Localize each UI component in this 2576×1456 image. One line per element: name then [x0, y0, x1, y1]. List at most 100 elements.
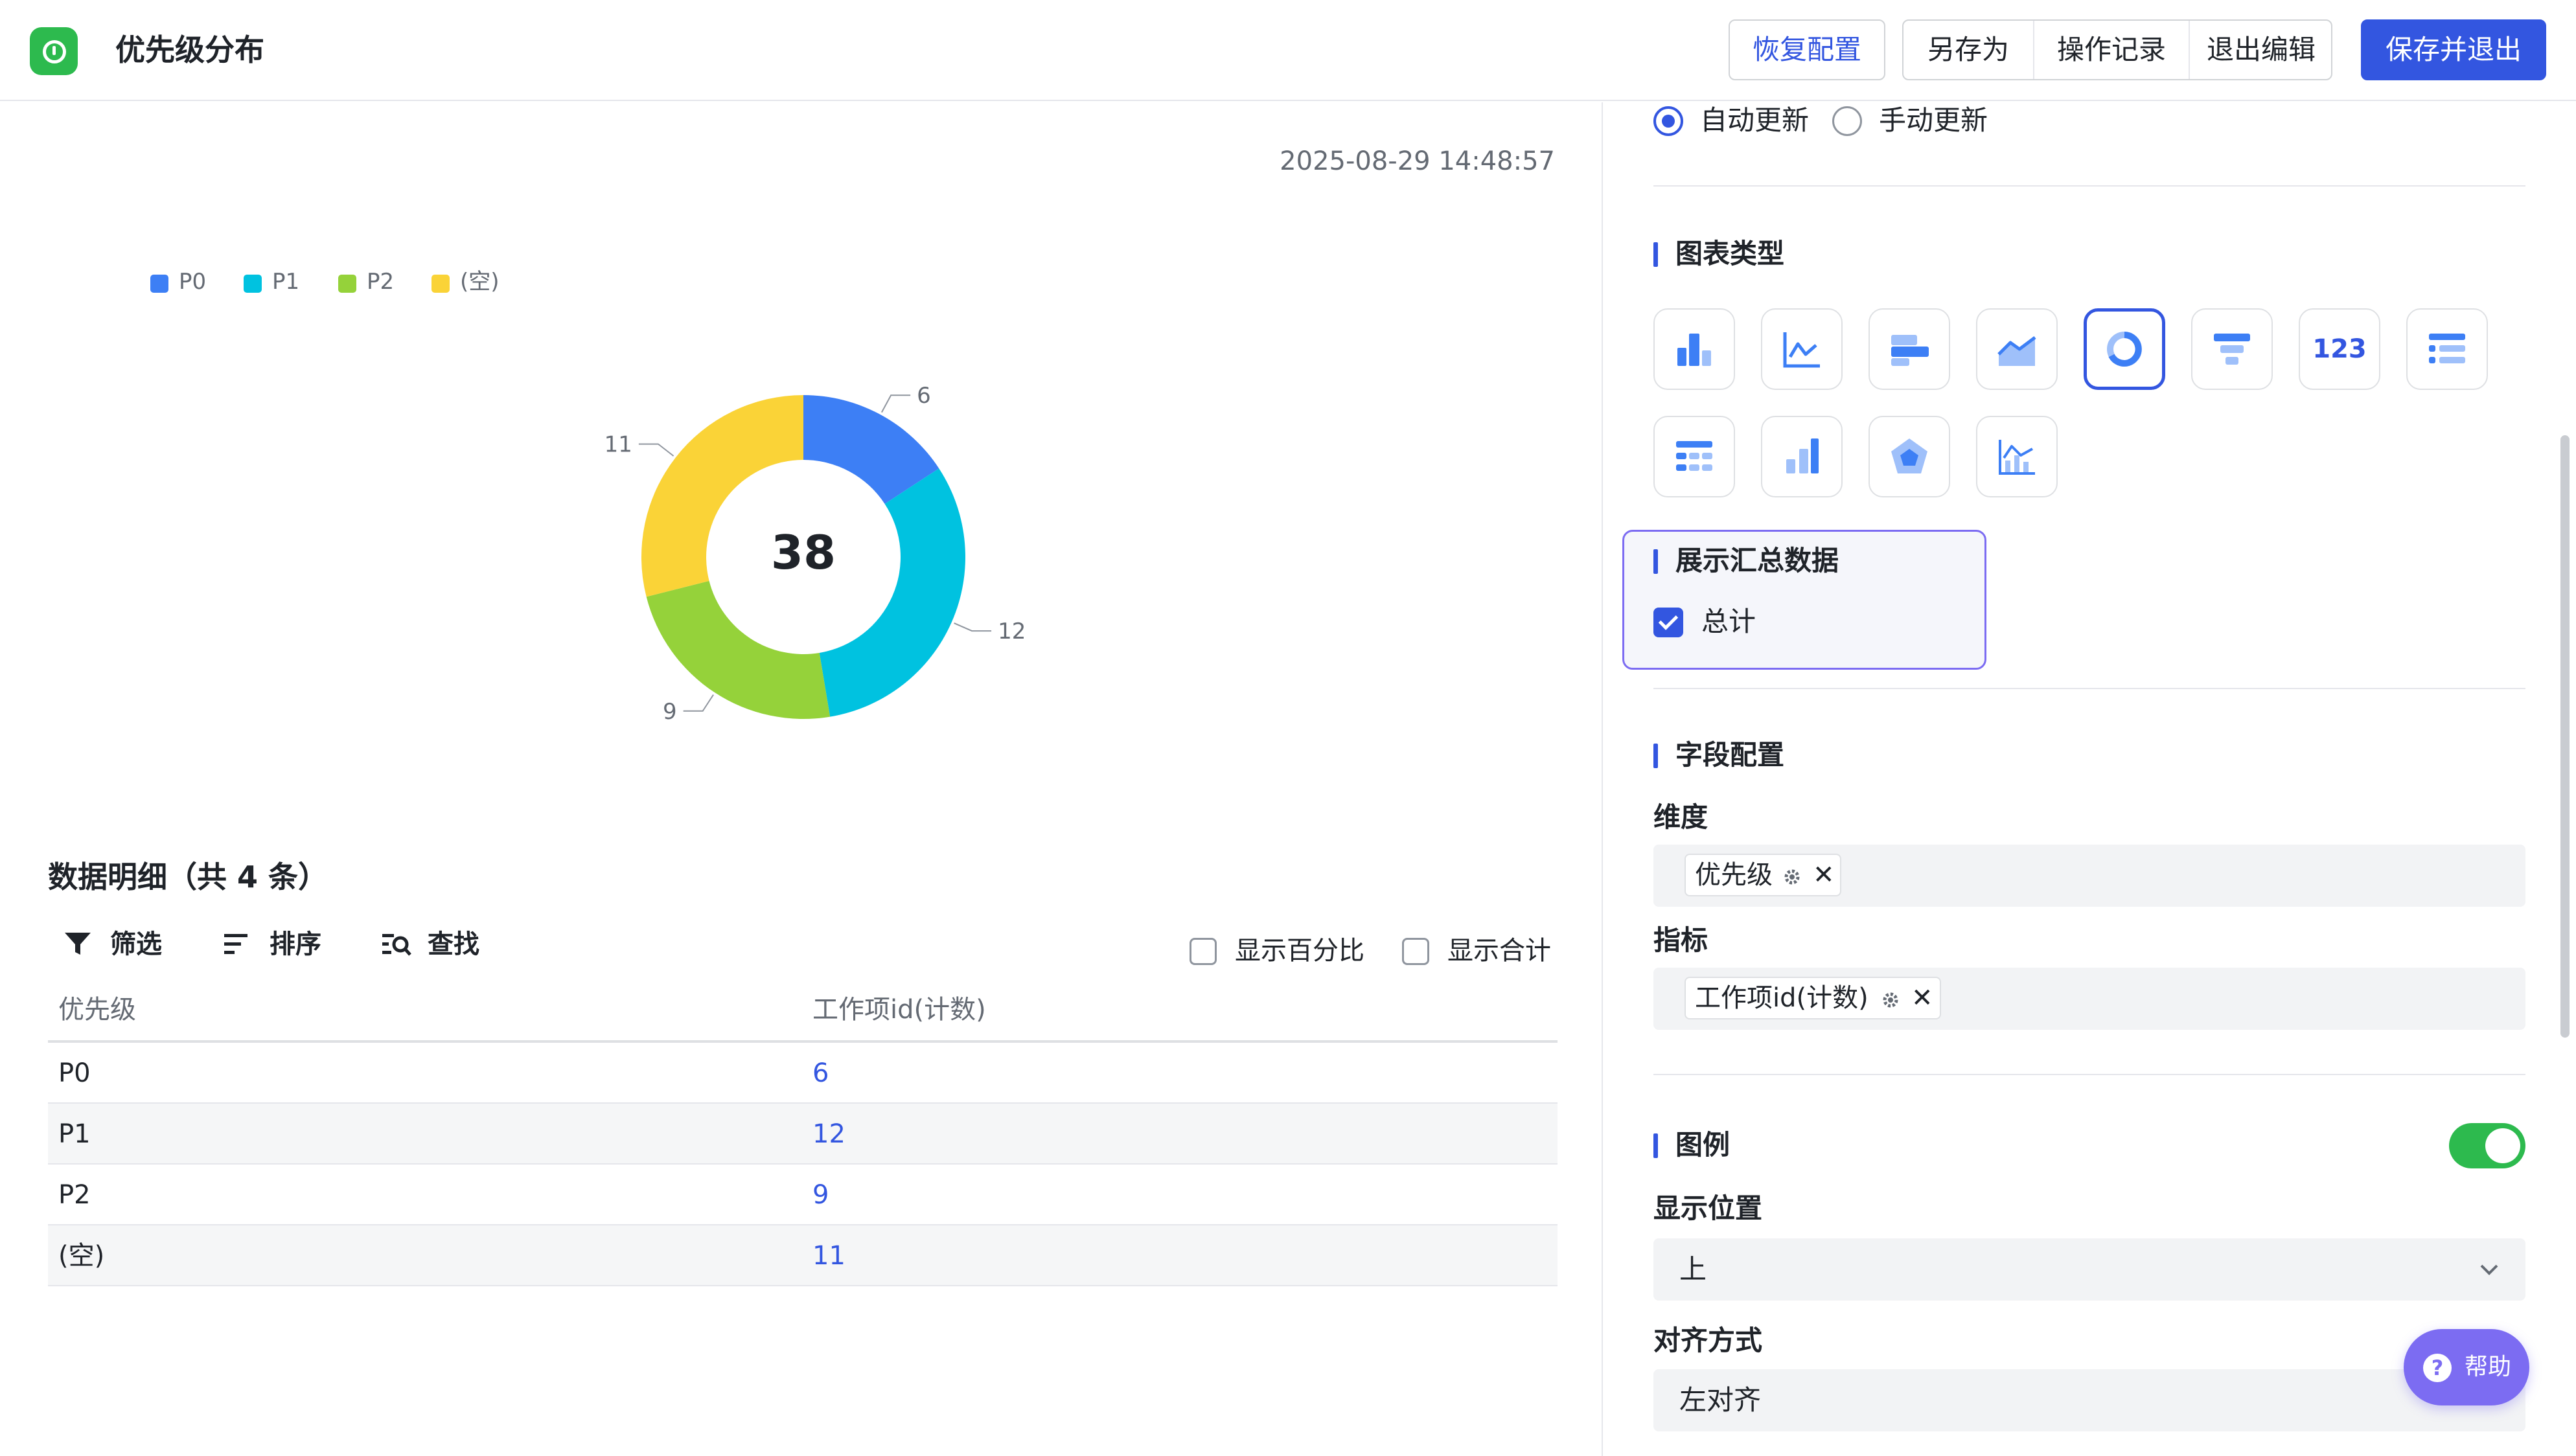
data-label-leader [954, 622, 992, 632]
save-and-exit-button[interactable]: 保存并退出 [2361, 19, 2546, 80]
combo-bar-icon [1786, 438, 1819, 473]
show-total-checkbox[interactable]: 显示合计 [1402, 933, 1570, 969]
auto-update-radio[interactable]: 自动更新 [1653, 101, 1815, 140]
table-row: P1 12 [48, 1104, 1558, 1165]
legend-label: P2 [367, 269, 395, 295]
data-label-leader [638, 443, 674, 457]
action-button-group: 另存为 操作记录 退出编辑 [1902, 19, 2332, 80]
metric-label: 指标 [1653, 924, 1708, 956]
legend-toggle[interactable] [2449, 1123, 2525, 1168]
field-config-title: 字段配置 [1653, 736, 1784, 775]
find-icon [382, 934, 411, 956]
chart-type-list[interactable] [2406, 308, 2488, 390]
legend-swatch [338, 275, 356, 293]
cell-count-link[interactable]: 11 [812, 1225, 845, 1286]
radio-ring [1832, 106, 1862, 136]
summary-total-label: 总计 [1701, 606, 1756, 637]
donut-slice[interactable] [819, 468, 965, 717]
remove-metric-icon[interactable]: ✕ [1911, 978, 1933, 1018]
legend-label: P1 [272, 269, 300, 295]
metric-drop-zone[interactable]: 工作项id(计数) ✕ [1653, 968, 2525, 1030]
cell-count-link[interactable]: 6 [812, 1043, 829, 1104]
chart-type-detail-table[interactable] [1653, 416, 1735, 497]
funnel-chart-icon [2214, 334, 2250, 365]
legend-label: P0 [179, 269, 207, 295]
bar-chart-icon [1677, 334, 1711, 366]
chart-type-line[interactable] [1761, 308, 1843, 390]
save-as-button[interactable]: 另存为 [1903, 21, 2033, 79]
chart-type-funnel[interactable] [2191, 308, 2273, 390]
chart-type-radar[interactable] [1869, 416, 1950, 497]
sort-label: 排序 [270, 929, 321, 959]
data-label: 12 [998, 619, 1026, 644]
column-header-priority[interactable]: 优先级 [58, 981, 136, 1039]
position-select[interactable]: 上 [1653, 1238, 2525, 1301]
dimension-drop-zone[interactable]: 优先级 ✕ [1653, 845, 2525, 907]
dimension-label: 维度 [1653, 801, 1708, 833]
metric-tag[interactable]: 工作项id(计数) ✕ [1685, 977, 1941, 1019]
history-button[interactable]: 操作记录 [2033, 21, 2189, 79]
radio-ring [1653, 106, 1683, 136]
metric-tag-label: 工作项id(计数) [1695, 983, 1869, 1013]
checkbox-box [1190, 938, 1217, 965]
auto-update-label: 自动更新 [1700, 104, 1810, 136]
help-label: 帮助 [2465, 1354, 2512, 1380]
filter-icon [65, 933, 91, 955]
data-label-leader [881, 394, 911, 413]
dual-axis-icon [1999, 440, 2035, 475]
chart-type-horizontal-bar[interactable] [1869, 308, 1950, 390]
remove-dimension-icon[interactable]: ✕ [1813, 855, 1835, 895]
gear-icon[interactable] [1783, 868, 1801, 886]
dimension-tag-label: 优先级 [1695, 860, 1773, 890]
manual-update-radio[interactable]: 手动更新 [1832, 101, 1994, 140]
cell-count-link[interactable]: 9 [812, 1165, 829, 1225]
align-select[interactable]: 左对齐 [1653, 1369, 2525, 1431]
data-label: 6 [917, 383, 931, 409]
number-card-icon: 123 [2312, 334, 2367, 364]
detail-title: 数据明细（共 4 条） [48, 859, 328, 894]
detail-table: 优先级 工作项id(计数) P0 6 P1 12 P2 9 (空) 11 [48, 981, 1558, 1286]
table-header: 优先级 工作项id(计数) [48, 981, 1558, 1043]
find-button[interactable]: 查找 [381, 926, 485, 962]
detail-table-icon [1676, 441, 1712, 471]
chart-type-area[interactable] [1976, 308, 2058, 390]
gear-icon[interactable] [1881, 991, 1900, 1009]
top-bar: 优先级分布 恢复配置 另存为 操作记录 退出编辑 保存并退出 [0, 0, 2576, 101]
donut-chart: 6 12 9 11 38 [604, 383, 1026, 725]
chart-type-donut[interactable] [2084, 308, 2165, 390]
chevron-down-icon [2480, 1264, 2498, 1275]
legend-label: (空) [460, 269, 500, 295]
filter-button[interactable]: 筛选 [63, 926, 174, 962]
filter-label: 筛选 [110, 929, 162, 959]
cell-count-link[interactable]: 12 [812, 1104, 845, 1165]
chart-type-bar[interactable] [1653, 308, 1735, 390]
summary-title: 展示汇总数据 [1653, 541, 1839, 580]
chart-type-combo-bar[interactable] [1761, 416, 1843, 497]
cell-priority: P2 [58, 1180, 91, 1210]
checkbox-box [1402, 938, 1429, 965]
help-button[interactable]: ? 帮助 [2404, 1329, 2529, 1405]
align-label: 对齐方式 [1653, 1325, 1763, 1356]
chart-type-number-card[interactable]: 123 [2299, 308, 2380, 390]
area-chart-icon [1997, 336, 2036, 366]
restore-config-button[interactable]: 恢复配置 [1729, 19, 1885, 80]
chart-type-title: 图表类型 [1653, 234, 1784, 273]
chart-type-dual-axis[interactable] [1976, 416, 2058, 497]
data-label-leader [683, 694, 714, 712]
sort-button[interactable]: 排序 [223, 926, 327, 962]
show-percent-checkbox[interactable]: 显示百分比 [1190, 933, 1384, 969]
summary-total-checkbox[interactable]: 总计 [1653, 602, 1783, 641]
manual-update-label: 手动更新 [1879, 104, 1988, 136]
list-icon [2429, 334, 2465, 363]
section-divider [1653, 185, 2525, 187]
column-header-count[interactable]: 工作项id(计数) [812, 981, 986, 1039]
show-total-label: 显示合计 [1447, 936, 1551, 966]
position-label: 显示位置 [1653, 1192, 1763, 1224]
cell-priority: (空) [58, 1241, 105, 1271]
dimension-tag[interactable]: 优先级 ✕ [1685, 854, 1841, 896]
align-value: 左对齐 [1679, 1384, 1762, 1416]
cell-priority: P0 [58, 1058, 91, 1088]
config-scrollbar[interactable] [2560, 435, 2570, 1038]
exit-edit-button[interactable]: 退出编辑 [2189, 21, 2332, 79]
legend-swatch [431, 275, 450, 293]
